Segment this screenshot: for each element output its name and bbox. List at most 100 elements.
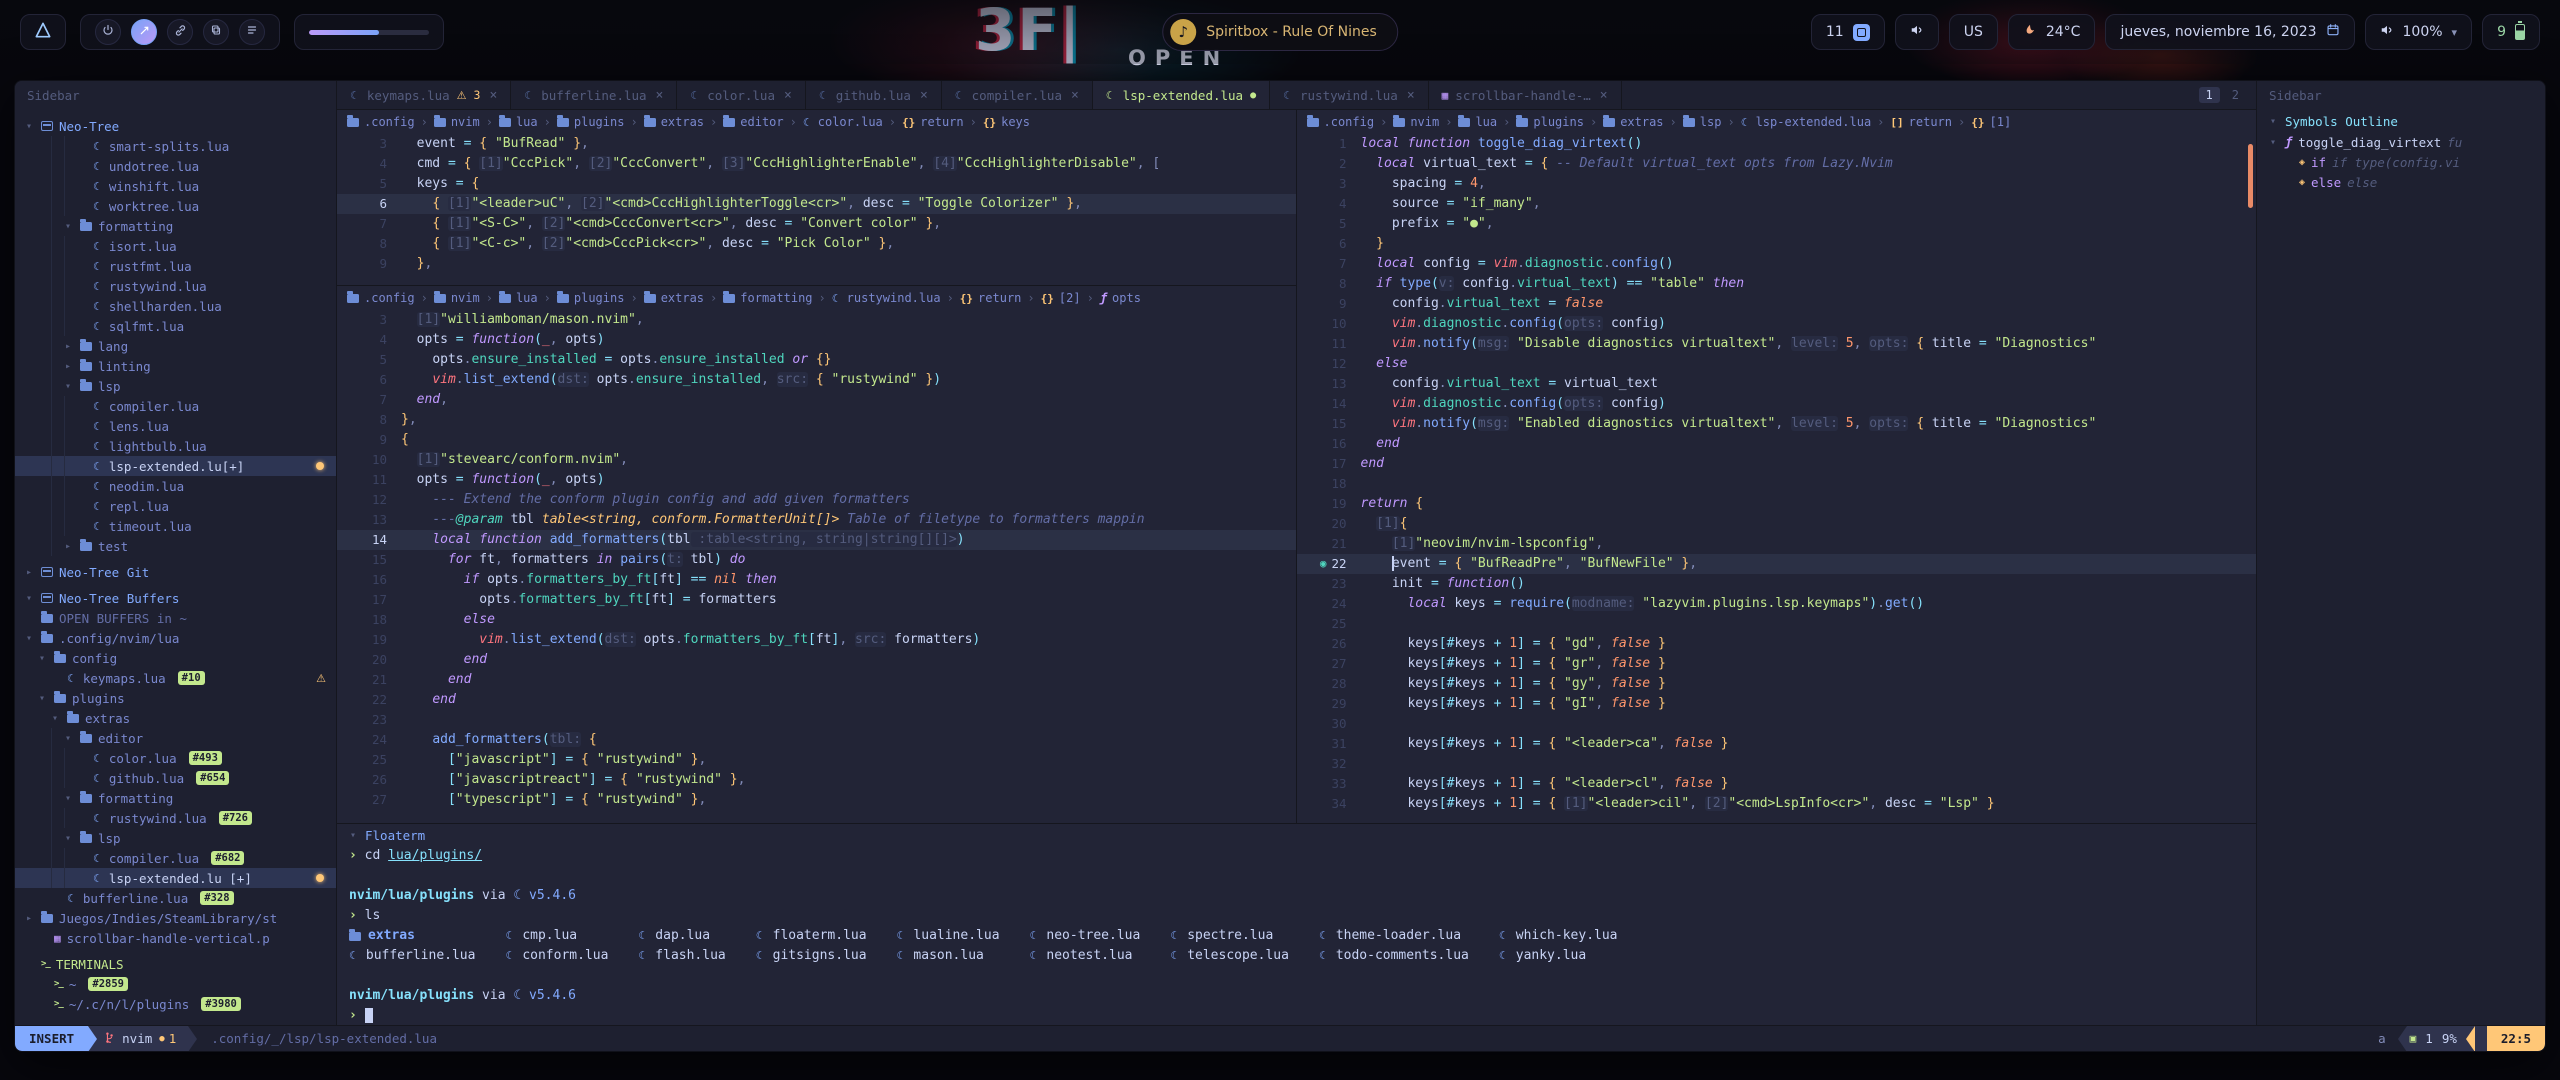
sidebar-section-terminals[interactable]: >_TERMINALS <box>15 954 336 974</box>
code-line[interactable]: 20 end <box>337 650 1296 670</box>
code-line[interactable]: 28 keys[#keys + 1] = { "gy", false } <box>1297 674 2257 694</box>
breadcrumb-item[interactable]: plugins <box>557 291 625 305</box>
code-line[interactable]: 7 end, <box>337 390 1296 410</box>
sidebar-section-neo-tree-git[interactable]: ▸Neo-Tree Git <box>15 562 336 582</box>
tabpage-2[interactable]: 2 <box>2225 87 2246 103</box>
tab-lsp-extended-lua[interactable]: ☾lsp-extended.lua● <box>1093 81 1270 109</box>
breadcrumb-item[interactable]: lua <box>499 115 538 129</box>
tree-item-compiler-lua[interactable]: ☾compiler.lua#682 <box>15 848 336 868</box>
code-line[interactable]: 3 spacing = 4, <box>1297 174 2257 194</box>
code-line[interactable]: 25 ["javascript"] = { "rustywind" }, <box>337 750 1296 770</box>
breadcrumb-item[interactable]: ☾rustywind.lua <box>832 291 941 305</box>
code-line[interactable]: 6 { [1]"<leader>uC", [2]"<cmd>CccHighlig… <box>337 194 1296 214</box>
media-progress[interactable] <box>294 14 444 50</box>
audio-device-button[interactable] <box>1895 14 1939 50</box>
code-line[interactable]: 24 local keys = require(modname: "lazyvi… <box>1297 594 2257 614</box>
tree-item-rustfmt-lua[interactable]: ☾rustfmt.lua <box>15 256 336 276</box>
tree-item-editor[interactable]: ▾editor <box>15 728 336 748</box>
code-line[interactable]: 9{ <box>337 430 1296 450</box>
tree-item-neodim-lua[interactable]: ☾neodim.lua <box>15 476 336 496</box>
breadcrumb-item[interactable]: formatting <box>723 291 812 305</box>
code-line[interactable]: 23 init = function() <box>1297 574 2257 594</box>
floaterm-title-bar[interactable]: ▾ Floaterm <box>337 824 2256 846</box>
tree-item-smart-splits-lua[interactable]: ☾smart-splits.lua <box>15 136 336 156</box>
code-line[interactable]: 8 if type(v: config.virtual_text) == "ta… <box>1297 274 2257 294</box>
tree-item-item[interactable]: >_~#2859 <box>15 974 336 994</box>
code-line[interactable]: 15 for ft, formatters in pairs(t: tbl) d… <box>337 550 1296 570</box>
notes-button[interactable] <box>239 19 265 45</box>
breadcrumb-item[interactable]: lua <box>1458 115 1497 129</box>
breadcrumb-item[interactable]: ☾lsp-extended.lua <box>1741 115 1871 129</box>
terminal-body[interactable]: › cd lua/plugins/ nvim/lua/plugins via ☾… <box>337 846 2256 1025</box>
code-line[interactable]: 25 <box>1297 614 2257 634</box>
code-line[interactable]: 32 <box>1297 754 2257 774</box>
code-line[interactable]: 10 [1]"stevearc/conform.nvim", <box>337 450 1296 470</box>
breadcrumb-item[interactable]: lua <box>499 291 538 305</box>
tree-item-linting[interactable]: ▸linting <box>15 356 336 376</box>
code-line[interactable]: 8}, <box>337 410 1296 430</box>
code-line[interactable]: 4 source = "if_many", <box>1297 194 2257 214</box>
code-line[interactable]: 6 vim.list_extend(dst: opts.ensure_insta… <box>337 370 1296 390</box>
theme-button[interactable] <box>131 19 157 45</box>
code-line[interactable]: 21 [1]"neovim/nvim-lspconfig", <box>1297 534 2257 554</box>
code-line[interactable]: 19return { <box>1297 494 2257 514</box>
tree-item-github-lua[interactable]: ☾github.lua#654 <box>15 768 336 788</box>
breadcrumb-item[interactable]: {}return <box>902 115 964 129</box>
breadcrumb-item[interactable]: extras <box>1603 115 1663 129</box>
breadcrumb-item[interactable]: .config <box>347 291 415 305</box>
code-line[interactable]: 9 config.virtual_text = false <box>1297 294 2257 314</box>
code-line[interactable]: 18 else <box>337 610 1296 630</box>
code-line[interactable]: 7 { [1]"<S-C>", [2]"<cmd>CccConvert<cr>"… <box>337 214 1296 234</box>
tree-item-formatting[interactable]: ▾formatting <box>15 788 336 808</box>
tree-item-worktree-lua[interactable]: ☾worktree.lua <box>15 196 336 216</box>
tree-item-bufferline-lua[interactable]: ☾bufferline.lua#328 <box>15 888 336 908</box>
code-line[interactable]: 26 keys[#keys + 1] = { "gd", false } <box>1297 634 2257 654</box>
tree-item-formatting[interactable]: ▾formatting <box>15 216 336 236</box>
git-branch-segment[interactable]: nvim ●1 <box>88 1026 188 1051</box>
keyboard-layout-button[interactable]: US <box>1949 14 1998 50</box>
code-line[interactable]: 18 <box>1297 474 2257 494</box>
code-line[interactable]: 15 vim.notify(msg: "Enabled diagnostics … <box>1297 414 2257 434</box>
breadcrumb-item[interactable]: extras <box>644 291 704 305</box>
tree-item-shellharden-lua[interactable]: ☾shellharden.lua <box>15 296 336 316</box>
tree-item-keymaps-lua[interactable]: ☾keymaps.lua#10⚠ <box>15 668 336 688</box>
tree-item-scrollbar-handle-vertical-p[interactable]: ▦scrollbar-handle-vertical.p <box>15 928 336 948</box>
code-line[interactable]: 29 keys[#keys + 1] = { "gI", false } <box>1297 694 2257 714</box>
breadcrumb-item[interactable]: extras <box>644 115 704 129</box>
tab-compiler-lua[interactable]: ☾compiler.lua× <box>942 81 1093 109</box>
code-line[interactable]: 31 keys[#keys + 1] = { "<leader>ca", fal… <box>1297 734 2257 754</box>
breadcrumb-item[interactable]: .config <box>1307 115 1375 129</box>
tree-item-repl-lua[interactable]: ☾repl.lua <box>15 496 336 516</box>
code-line[interactable]: 6 } <box>1297 234 2257 254</box>
tree-item-timeout-lua[interactable]: ☾timeout.lua <box>15 516 336 536</box>
code-line[interactable]: 19 vim.list_extend(dst: opts.formatters_… <box>337 630 1296 650</box>
code-line[interactable]: 12 else <box>1297 354 2257 374</box>
breadcrumb-item[interactable]: plugins <box>557 115 625 129</box>
tree-item-sqlfmt-lua[interactable]: ☾sqlfmt.lua <box>15 316 336 336</box>
code-line[interactable]: 10 vim.diagnostic.config(opts: config) <box>1297 314 2257 334</box>
code-line[interactable]: 26 ["javascriptreact"] = { "rustywind" }… <box>337 770 1296 790</box>
battery-button[interactable]: 9 <box>2482 14 2540 50</box>
tab-github-lua[interactable]: ☾github.lua× <box>806 81 942 109</box>
tree-item-test[interactable]: ▸test <box>15 536 336 556</box>
tree-item-config[interactable]: ▾config <box>15 648 336 668</box>
media-notification[interactable]: ♪ Spiritbox - Rule Of Nines <box>1162 13 1398 51</box>
code-line[interactable]: 16 if opts.formatters_by_ft[ft] == nil t… <box>337 570 1296 590</box>
volume-button[interactable]: 100% ▾ <box>2365 14 2473 50</box>
code-line[interactable]: 33 keys[#keys + 1] = { "<leader>cl", fal… <box>1297 774 2257 794</box>
tree-item-compiler-lua[interactable]: ☾compiler.lua <box>15 396 336 416</box>
symbols-outline-header[interactable]: ▾ Symbols Outline <box>2257 110 2545 132</box>
tree-item-lightbulb-lua[interactable]: ☾lightbulb.lua <box>15 436 336 456</box>
code-line[interactable]: 24 add_formatters(tbl: { <box>337 730 1296 750</box>
tab-rustywind-lua[interactable]: ☾rustywind.lua× <box>1270 81 1429 109</box>
code-line[interactable]: 4 opts = function(_, opts) <box>337 330 1296 350</box>
breadcrumb-item[interactable]: .config <box>347 115 415 129</box>
tab-scrollbar-handle[interactable]: ▦scrollbar-handle-…× <box>1429 81 1622 109</box>
code-line[interactable]: 7 local config = vim.diagnostic.config() <box>1297 254 2257 274</box>
clipboard-button[interactable] <box>203 19 229 45</box>
code-line[interactable]: 34 keys[#keys + 1] = { [1]"<leader>cil",… <box>1297 794 2257 814</box>
code-line[interactable]: 20 [1]{ <box>1297 514 2257 534</box>
breadcrumb-item[interactable]: nvim <box>434 291 480 305</box>
breadcrumb-item[interactable]: nvim <box>434 115 480 129</box>
tab-keymaps-lua[interactable]: ☾keymaps.lua⚠3× <box>337 81 511 109</box>
